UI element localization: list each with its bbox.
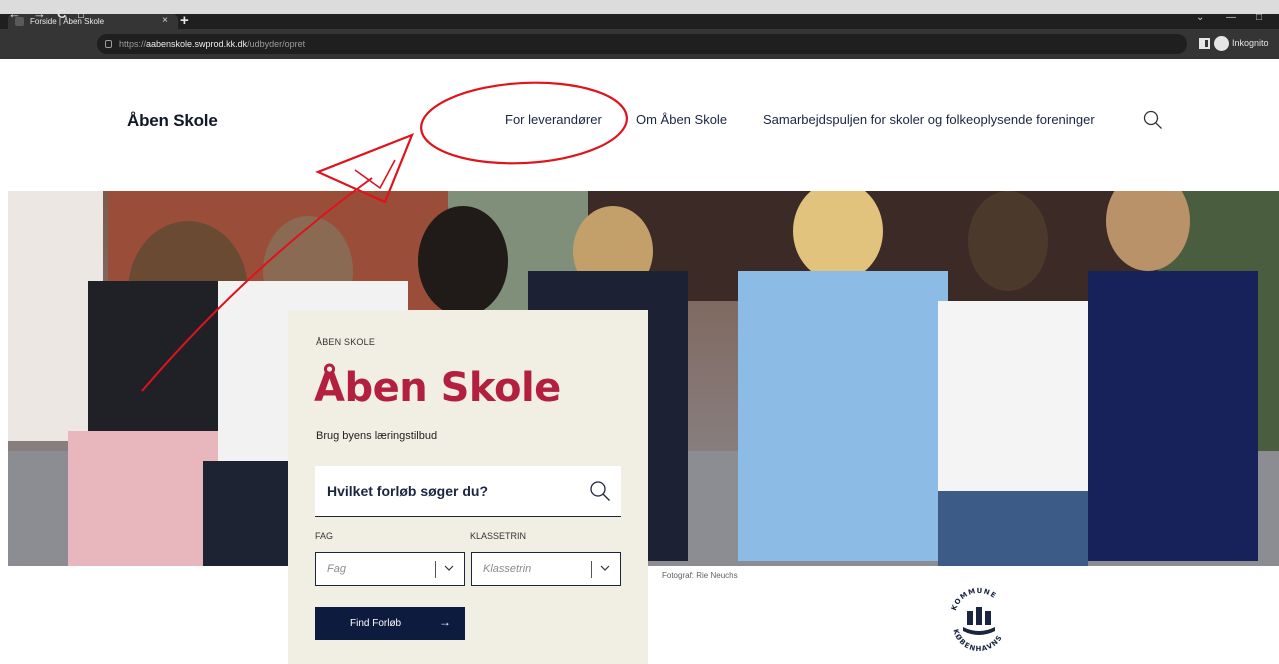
- find-course-button[interactable]: Find Forløb →: [315, 607, 465, 640]
- nav-om-aaben-skole[interactable]: Om Åben Skole: [636, 112, 727, 127]
- search-icon[interactable]: [589, 480, 611, 502]
- url-host: aabenskole.swprod.kk.dk: [146, 39, 248, 49]
- castle-towers-icon: [963, 607, 995, 635]
- course-search-input[interactable]: Hvilket forløb søger du?: [315, 466, 621, 517]
- home-button[interactable]: ⌂: [77, 6, 85, 22]
- search-icon[interactable]: [1143, 110, 1163, 130]
- address-bar[interactable]: https://aabenskole.swprod.kk.dk/udbyder/…: [97, 34, 1187, 54]
- forward-button[interactable]: →: [33, 6, 46, 22]
- fag-placeholder: Fag: [327, 563, 346, 575]
- nav-for-leverandorer[interactable]: For leverandører: [505, 112, 602, 127]
- find-course-label: Find Forløb: [350, 618, 402, 629]
- arrow-right-icon: →: [439, 615, 451, 629]
- fag-select[interactable]: Fag: [315, 552, 465, 586]
- close-tab-icon[interactable]: ×: [162, 15, 168, 26]
- maximize-button[interactable]: □: [1256, 12, 1262, 23]
- kobenhavns-kommune-logo: KOMMUNE KØBENHAVNS: [950, 587, 1003, 653]
- chevron-down-icon[interactable]: [599, 562, 611, 574]
- chevron-down-icon[interactable]: [443, 562, 455, 574]
- select-divider: [435, 561, 436, 578]
- url-scheme: https://: [119, 39, 147, 49]
- hero-subtitle: Brug byens læringstilbud: [316, 430, 438, 442]
- fag-label: FAG: [315, 531, 334, 541]
- back-button[interactable]: ←: [8, 6, 21, 22]
- klassetrin-select[interactable]: Klassetrin: [471, 552, 621, 586]
- url-path: /udbyder/opret: [247, 39, 306, 49]
- course-search-placeholder: Hvilket forløb søger du?: [327, 483, 489, 499]
- incognito-label[interactable]: Inkognito: [1232, 38, 1269, 48]
- photo-credit: Fotograf: Rie Neuchs: [662, 571, 738, 580]
- logo-top-text: KOMMUNE: [950, 587, 998, 612]
- reload-button[interactable]: C: [57, 6, 66, 22]
- new-tab-button[interactable]: +: [180, 12, 189, 29]
- hero-eyebrow: ÅBEN SKOLE: [316, 337, 376, 347]
- klassetrin-label: KLASSETRIN: [470, 531, 527, 541]
- tab-search-icon[interactable]: ⌄: [1196, 12, 1204, 23]
- select-divider: [591, 561, 592, 578]
- klassetrin-placeholder: Klassetrin: [483, 563, 532, 575]
- nav-samarbejdspuljen[interactable]: Samarbejdspuljen for skoler og folkeoply…: [763, 112, 1095, 127]
- side-panel-icon[interactable]: [1199, 38, 1210, 49]
- site-logo[interactable]: Åben Skole: [127, 111, 218, 131]
- incognito-icon[interactable]: [1214, 36, 1229, 51]
- minimize-button[interactable]: —: [1226, 12, 1236, 23]
- hero-card: ÅBEN SKOLE Åben Skole Brug byens lærings…: [288, 310, 648, 664]
- hero-title: Åben Skole: [314, 365, 561, 411]
- browser-tabstrip-bar: [0, 14, 1279, 29]
- lock-icon: [105, 40, 112, 48]
